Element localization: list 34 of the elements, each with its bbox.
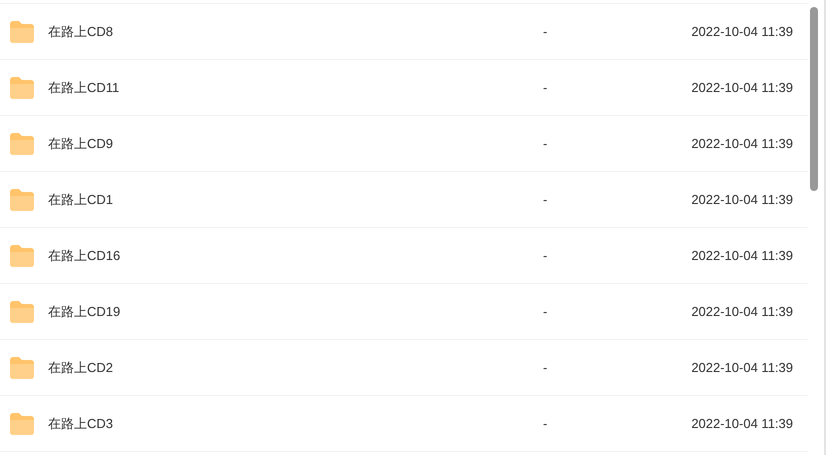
- file-name: 在路上CD1: [48, 190, 114, 208]
- folder-row[interactable]: 在路上CD1 - 2022-10-04 11:39: [0, 172, 808, 228]
- file-name: 在路上CD16: [48, 246, 122, 264]
- file-size: -: [543, 136, 548, 151]
- file-size: -: [543, 248, 548, 263]
- modified-date: 2022-10-04 11:39: [691, 192, 793, 207]
- modified-date: 2022-10-04 11:39: [691, 360, 793, 375]
- file-name: 在路上CD9: [48, 134, 114, 152]
- folder-row[interactable]: 在路上CD2 - 2022-10-04 11:39: [0, 340, 808, 396]
- folder-row[interactable]: 在路上CD3 - 2022-10-04 11:39: [0, 396, 808, 452]
- file-name: 在路上CD19: [48, 302, 122, 320]
- modified-date: 2022-10-04 11:39: [691, 248, 793, 263]
- scrollbar[interactable]: [808, 0, 826, 455]
- folder-row[interactable]: 在路上CD11 - 2022-10-04 11:39: [0, 60, 808, 116]
- folder-row[interactable]: 在路上CD19 - 2022-10-04 11:39: [0, 284, 808, 340]
- folder-row[interactable]: 在路上CD8 - 2022-10-04 11:39: [0, 4, 808, 60]
- modified-date: 2022-10-04 11:39: [691, 24, 793, 39]
- file-size: -: [543, 416, 548, 431]
- file-name: 在路上CD2: [48, 358, 114, 376]
- file-name: 在路上CD11: [48, 78, 120, 96]
- file-name: 在路上CD3: [48, 414, 114, 432]
- scrollbar-thumb[interactable]: [810, 7, 818, 191]
- file-size: -: [543, 80, 548, 95]
- modified-date: 2022-10-04 11:39: [691, 416, 793, 431]
- folder-row[interactable]: 在路上CD9 - 2022-10-04 11:39: [0, 116, 808, 172]
- file-size: -: [543, 24, 548, 39]
- file-size: -: [543, 192, 548, 207]
- file-size: -: [543, 360, 548, 375]
- folder-row[interactable]: 在路上CD16 - 2022-10-04 11:39: [0, 228, 808, 284]
- file-name: 在路上CD8: [48, 22, 114, 40]
- modified-date: 2022-10-04 11:39: [691, 80, 793, 95]
- modified-date: 2022-10-04 11:39: [691, 304, 793, 319]
- modified-date: 2022-10-04 11:39: [691, 136, 793, 151]
- file-size: -: [543, 304, 548, 319]
